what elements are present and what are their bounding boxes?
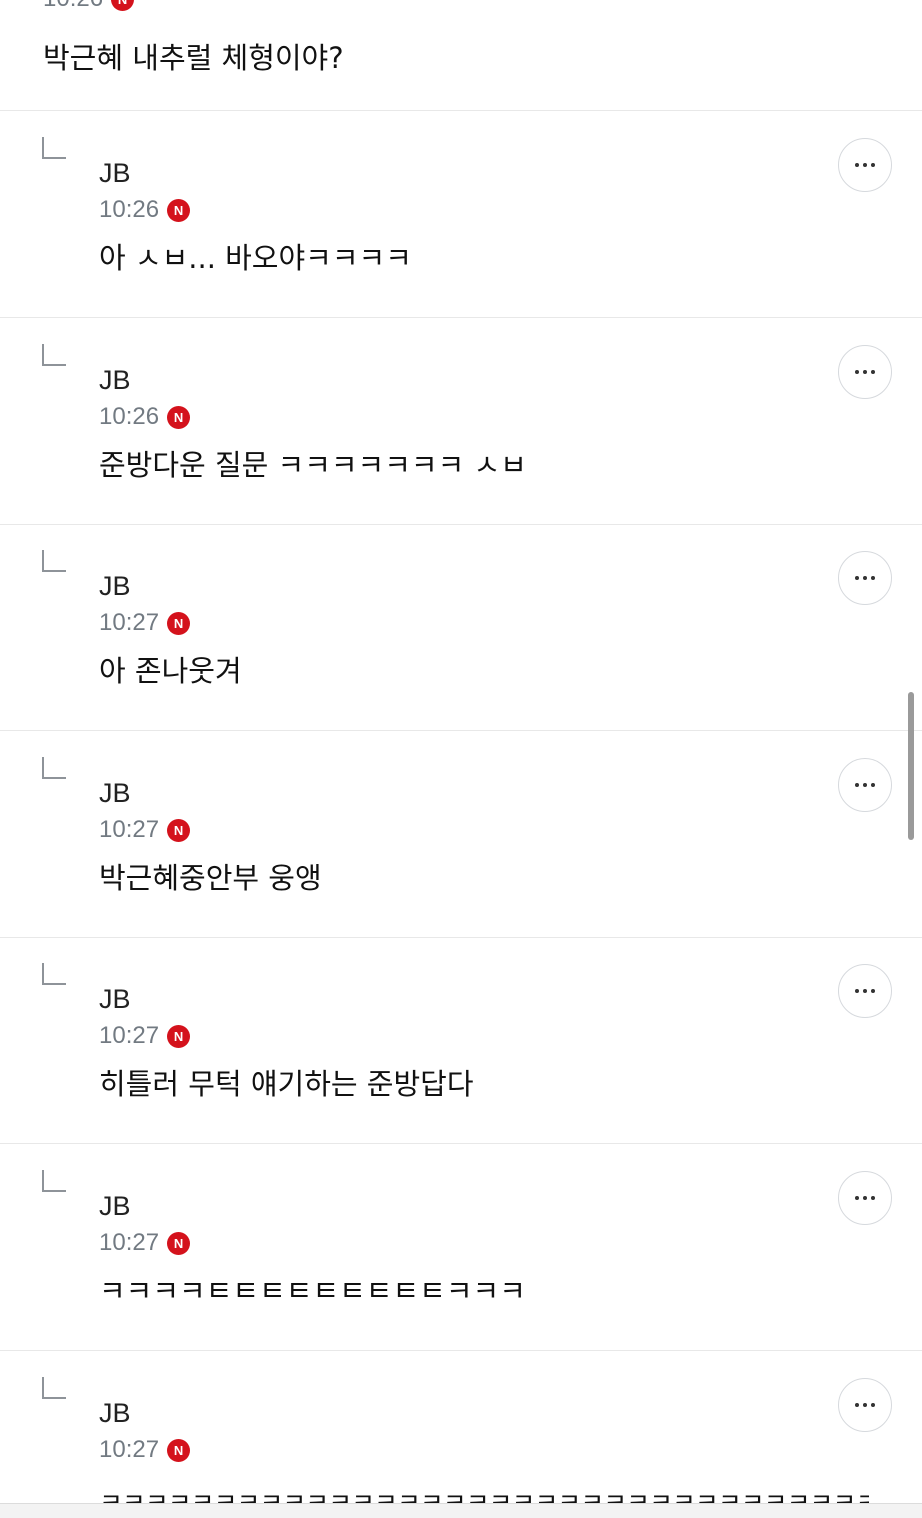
reply-corner-icon xyxy=(42,137,66,159)
reply-text: ㅋㅋㅋㅋㅋㅋㅋㅋㅋㅋㅋㅋㅋㅋㅋㅋㅋㅋㅋㅋㅋㅋㅋㅋㅋㅋㅋㅋㅋㅋㅋㅋㅋㅋㅋ xyxy=(99,1484,869,1503)
reply-time: 10:27 xyxy=(99,1229,160,1256)
reply-corner-icon xyxy=(42,1170,66,1192)
more-options-button[interactable] xyxy=(838,551,892,605)
reply-text: 준방다운 질문 ㅋㅋㅋㅋㅋㅋㅋ ㅅㅂ xyxy=(99,448,527,482)
more-horizontal-icon xyxy=(855,1403,859,1407)
reply-item: JB 10:26 N 아 ㅅㅂ... 바오야ㅋㅋㅋㅋ xyxy=(0,111,922,318)
n-badge-icon: N xyxy=(167,1438,191,1462)
reply-meta: 10:26 N xyxy=(99,402,191,432)
n-badge-icon: N xyxy=(167,611,191,635)
reply-text: 아 존나웃겨 xyxy=(99,654,242,688)
reply-meta: 10:27 N xyxy=(99,608,191,638)
comment-meta: 10:26 N xyxy=(43,0,135,14)
reply-author[interactable]: JB xyxy=(99,1188,131,1224)
more-horizontal-icon xyxy=(855,576,859,580)
more-options-button[interactable] xyxy=(838,345,892,399)
reply-time: 10:26 xyxy=(99,403,160,430)
reply-item: JB 10:27 N 히틀러 무턱 얘기하는 준방답다 xyxy=(0,937,922,1144)
more-horizontal-icon xyxy=(855,163,859,167)
comment-text: 박근혜 내추럴 체형이야? xyxy=(43,41,344,75)
reply-time: 10:27 xyxy=(99,1436,160,1463)
reply-item: JB 10:27 N 아 존나웃겨 xyxy=(0,524,922,731)
reply-author[interactable]: JB xyxy=(99,568,131,604)
reply-item: JB 10:27 N 박근혜중안부 웅앵 xyxy=(0,731,922,938)
reply-corner-icon xyxy=(42,757,66,779)
reply-meta: 10:27 N xyxy=(99,1228,191,1258)
more-options-button[interactable] xyxy=(838,1378,892,1432)
reply-meta: 10:27 N xyxy=(99,815,191,845)
more-horizontal-icon xyxy=(855,989,859,993)
more-horizontal-icon xyxy=(855,370,859,374)
n-badge-icon: N xyxy=(167,1231,191,1255)
reply-text: 아 ㅅㅂ... 바오야ㅋㅋㅋㅋ xyxy=(99,241,412,275)
n-badge-icon: N xyxy=(111,0,135,11)
more-options-button[interactable] xyxy=(838,138,892,192)
bottom-bar xyxy=(0,1503,922,1518)
reply-time: 10:27 xyxy=(99,1022,160,1049)
reply-corner-icon xyxy=(42,550,66,572)
reply-meta: 10:27 N xyxy=(99,1435,191,1465)
reply-time: 10:26 xyxy=(99,196,160,223)
reply-text: 히틀러 무턱 얘기하는 준방답다 xyxy=(99,1067,474,1101)
comment-time: 10:26 xyxy=(43,0,103,13)
n-badge-icon: N xyxy=(167,198,191,222)
reply-item: JB 10:27 N ㅋㅋㅋㅋㅌㅌㅌㅌㅌㅌㅌㅌㅌㅋㅋㅋ xyxy=(0,1144,922,1351)
more-options-button[interactable] xyxy=(838,964,892,1018)
reply-item: JB 10:27 N ㅋㅋㅋㅋㅋㅋㅋㅋㅋㅋㅋㅋㅋㅋㅋㅋㅋㅋㅋㅋㅋㅋㅋㅋㅋㅋㅋㅋㅋ… xyxy=(0,1351,922,1503)
reply-author[interactable]: JB xyxy=(99,981,131,1017)
reply-author[interactable]: JB xyxy=(99,1395,131,1431)
comment-item: 10:26 N 박근혜 내추럴 체형이야? xyxy=(0,0,922,111)
more-options-button[interactable] xyxy=(838,1171,892,1225)
reply-corner-icon xyxy=(42,344,66,366)
reply-text: ㅋㅋㅋㅋㅌㅌㅌㅌㅌㅌㅌㅌㅌㅋㅋㅋ xyxy=(99,1274,526,1308)
reply-time: 10:27 xyxy=(99,609,160,636)
reply-corner-icon xyxy=(42,963,66,985)
n-badge-icon: N xyxy=(167,818,191,842)
reply-meta: 10:27 N xyxy=(99,1021,191,1051)
reply-author[interactable]: JB xyxy=(99,775,131,811)
scrollbar[interactable] xyxy=(908,692,914,840)
reply-meta: 10:26 N xyxy=(99,195,191,225)
reply-item: JB 10:26 N 준방다운 질문 ㅋㅋㅋㅋㅋㅋㅋ ㅅㅂ xyxy=(0,318,922,525)
more-horizontal-icon xyxy=(855,783,859,787)
reply-author[interactable]: JB xyxy=(99,362,131,398)
n-badge-icon: N xyxy=(167,1024,191,1048)
more-horizontal-icon xyxy=(855,1196,859,1200)
reply-corner-icon xyxy=(42,1377,66,1399)
n-badge-icon: N xyxy=(167,405,191,429)
reply-text: 박근혜중안부 웅앵 xyxy=(99,861,322,895)
reply-time: 10:27 xyxy=(99,816,160,843)
reply-author[interactable]: JB xyxy=(99,155,131,191)
more-options-button[interactable] xyxy=(838,758,892,812)
